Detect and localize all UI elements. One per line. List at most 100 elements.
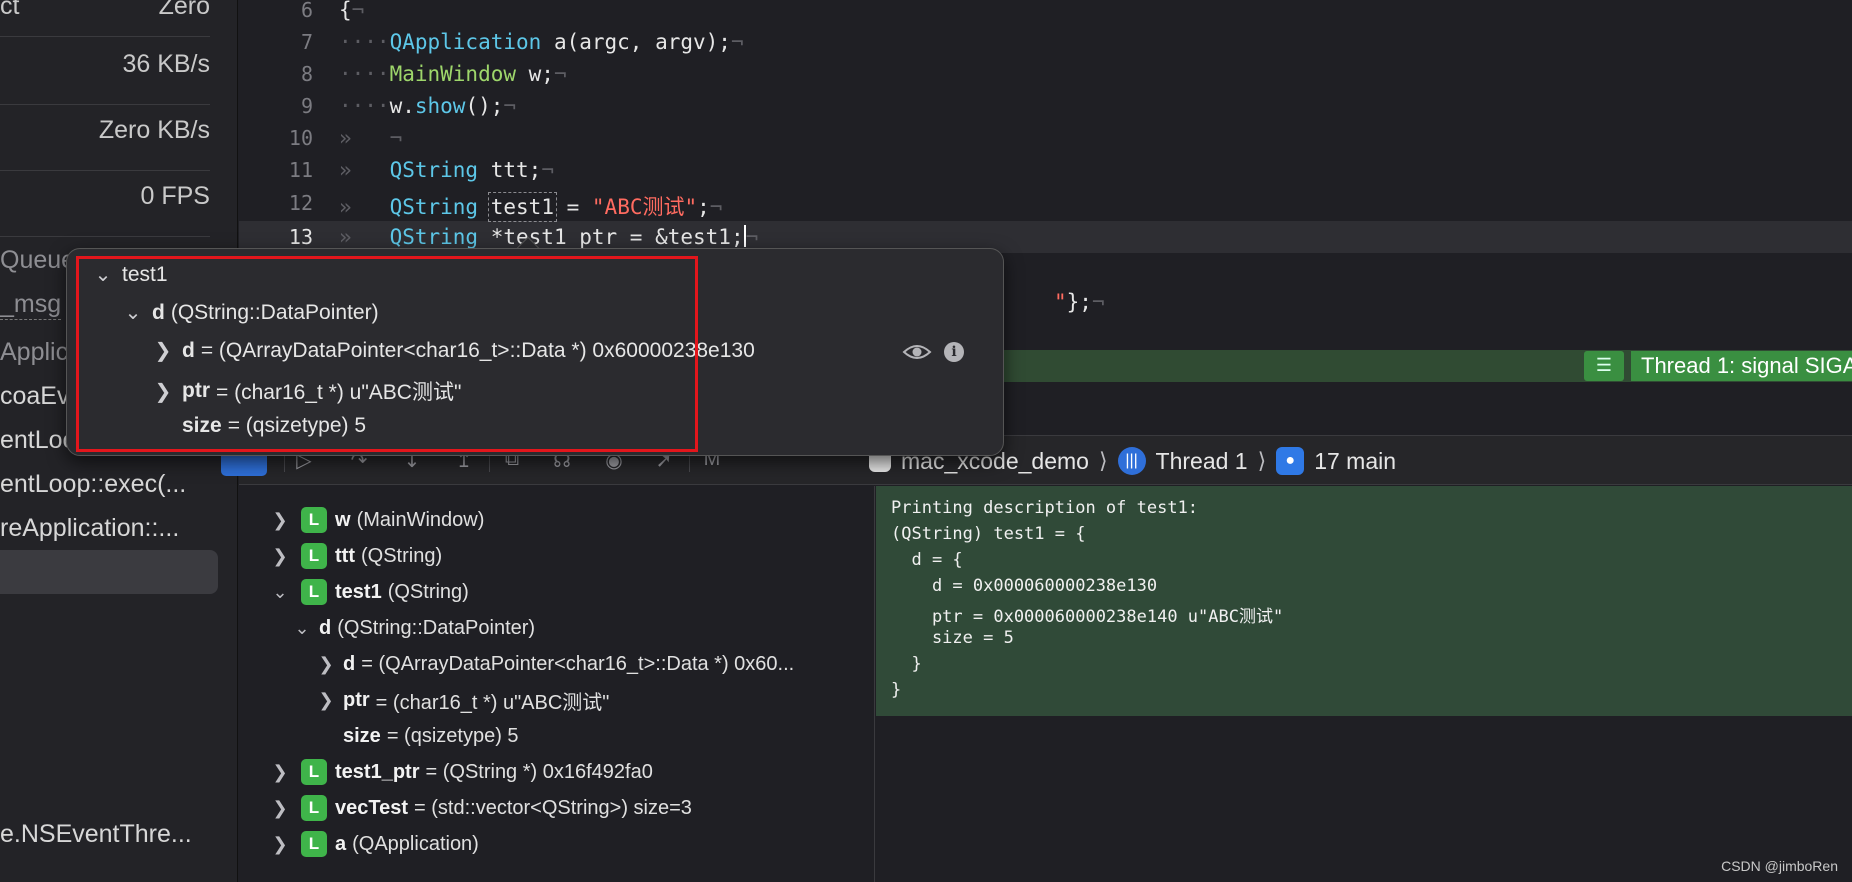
variable-type: = (QString *) 0x16f492fa0 <box>425 760 653 783</box>
variable-row[interactable]: ⌄ L test1 (QString) <box>269 574 469 610</box>
variable-name: vecTest <box>335 796 409 819</box>
variable-name: size <box>343 724 381 747</box>
variable-name: a <box>335 832 347 855</box>
variable-row[interactable]: size = (qsizetype) 5 <box>343 718 519 754</box>
code-line[interactable]: 7 ····QApplication a(argc, argv);¬ <box>239 26 1852 58</box>
code-token: MainWindow <box>389 62 517 86</box>
stack-frame[interactable]: entLoop::exec(... <box>0 470 186 499</box>
string-literal: " <box>1054 290 1067 314</box>
variable-row[interactable]: ❯ L test1_ptr = (QString *) 0x16f492fa0 <box>269 754 653 790</box>
stack-frame[interactable]: _msg <box>0 290 62 320</box>
console-output[interactable]: Printing description of test1: (QString)… <box>876 486 1852 882</box>
code-line[interactable]: 10 » ¬ <box>239 122 1852 154</box>
local-variable-badge: L <box>301 579 327 605</box>
code-token: ; <box>697 195 710 219</box>
console-line: (QString) test1 = { <box>891 524 1086 544</box>
divider <box>0 236 210 237</box>
variable-name: ptr <box>343 688 370 711</box>
code-line[interactable]: 6 {¬ <box>239 0 1852 26</box>
chevron-down-icon[interactable]: ⌄ <box>291 618 313 639</box>
breadcrumb-thread[interactable]: Thread 1 <box>1156 448 1248 475</box>
stack-frame[interactable]: entLoo <box>0 426 76 455</box>
code-token: QString <box>389 225 479 249</box>
chevron-right-icon[interactable]: ❯ <box>269 798 291 819</box>
stack-frame[interactable]: Applic <box>0 338 68 367</box>
variable-type: = (std::vector<QString>) size=3 <box>414 796 692 819</box>
console-line: } <box>891 680 902 700</box>
code-token: w. <box>389 94 415 118</box>
gauge-label: ct <box>0 0 20 20</box>
line-number: 7 <box>300 30 313 54</box>
chevron-right-icon[interactable]: ❯ <box>269 762 291 783</box>
code-token: (); <box>465 94 504 118</box>
thread-stop-badge[interactable]: Thread 1: signal SIGABRT <box>1631 351 1852 381</box>
gauge-disk[interactable]: Zero KB/s <box>0 116 210 145</box>
stack-frame[interactable]: Queue <box>0 246 75 275</box>
console-line: d = { <box>891 550 963 570</box>
line-number: 6 <box>300 0 313 22</box>
code-line[interactable]: 12 » QString test1 = "ABC测试";¬ <box>239 187 1852 222</box>
chevron-right-icon[interactable]: ❯ <box>315 654 337 675</box>
gauge-fps[interactable]: 0 FPS <box>0 182 210 211</box>
variable-name: d <box>343 652 356 675</box>
gauge-network[interactable]: 36 KB/s <box>0 50 210 79</box>
console-line: size = 5 <box>891 628 1014 648</box>
variable-row[interactable]: ❯ L ttt (QString) <box>269 538 442 574</box>
chevron-right-icon[interactable]: ❯ <box>269 510 291 531</box>
eye-icon[interactable] <box>902 340 932 364</box>
code-line[interactable]: 11 » QString ttt;¬ <box>239 154 1852 186</box>
variable-type: (QString) <box>387 580 469 603</box>
variable-row[interactable]: ❯ d = (QArrayDataPointer<char16_t>::Data… <box>315 646 794 682</box>
variable-name: ttt <box>335 544 355 567</box>
person-icon: ● <box>1276 447 1305 475</box>
gauge-value: 36 KB/s <box>122 50 210 78</box>
variable-name: test1 <box>335 580 382 603</box>
code-token: w; <box>516 62 554 86</box>
variable-row[interactable]: ❯ L a (QApplication) <box>269 826 479 862</box>
chevron-down-icon[interactable]: ⌄ <box>269 582 291 603</box>
line-number: 9 <box>300 94 313 118</box>
code-token: QApplication <box>389 30 542 54</box>
divider <box>0 170 210 171</box>
stack-frame[interactable]: e.NSEventThre... <box>0 820 192 849</box>
code-token: show <box>414 94 466 118</box>
chevron-right-icon[interactable]: ❯ <box>269 834 291 855</box>
console-line: Printing description of test1: <box>891 498 1199 518</box>
variable-row[interactable]: ❯ L w (MainWindow) <box>269 502 484 538</box>
variable-type: (MainWindow) <box>356 508 485 531</box>
local-variable-badge: L <box>301 543 327 569</box>
chevron-right-icon[interactable]: ❯ <box>269 546 291 567</box>
info-icon[interactable]: i <box>944 342 964 362</box>
code-token: a(argc, argv); <box>541 30 731 54</box>
line-number: 10 <box>288 126 313 150</box>
chevron-right-icon: ⟩ <box>1257 448 1267 473</box>
code-token: QString <box>389 158 479 182</box>
gauge-cpu[interactable]: ct Zero <box>0 0 210 21</box>
local-variable-badge: L <box>301 831 327 857</box>
variable-row[interactable]: ⌄ d (QString::DataPointer) <box>291 610 535 646</box>
variable-row[interactable]: ❯ L vecTest = (std::vector<QString>) siz… <box>269 790 692 826</box>
breadcrumb-frame[interactable]: 17 main <box>1314 448 1396 475</box>
variable-type: = (char16_t *) u"ABC测试" <box>375 691 610 714</box>
chevron-right-icon[interactable]: ❯ <box>315 690 337 711</box>
hovered-variable[interactable]: test1 <box>487 192 557 222</box>
console-line: ptr = 0x000060000238e140 u"ABC测试" <box>891 607 1284 627</box>
stack-frame[interactable]: reApplication::... <box>0 514 179 543</box>
string-literal: "ABC测试" <box>591 195 698 219</box>
stack-frame[interactable]: coaEv <box>0 382 69 411</box>
annotation-highlight-box <box>76 256 698 452</box>
thread-icon: ||| <box>1117 447 1146 475</box>
code-line[interactable]: 9 ····w.show();¬ <box>239 90 1852 122</box>
gauge-value: Zero KB/s <box>98 116 210 144</box>
thread-list-icon[interactable]: ☰ <box>1584 351 1624 381</box>
variable-row[interactable]: ❯ ptr = (char16_t *) u"ABC测试" <box>315 682 609 718</box>
line-number: 12 <box>288 191 313 215</box>
code-line[interactable]: 8 ····MainWindow w;¬ <box>239 58 1852 90</box>
divider <box>0 36 210 37</box>
variable-type: (QString::DataPointer) <box>337 616 536 639</box>
code-token: ttt; <box>478 158 542 182</box>
stack-frame-selected[interactable] <box>0 550 218 594</box>
variable-type: = (qsizetype) 5 <box>386 724 519 747</box>
variable-name: test1_ptr <box>335 760 420 783</box>
line-number: 11 <box>288 158 313 182</box>
